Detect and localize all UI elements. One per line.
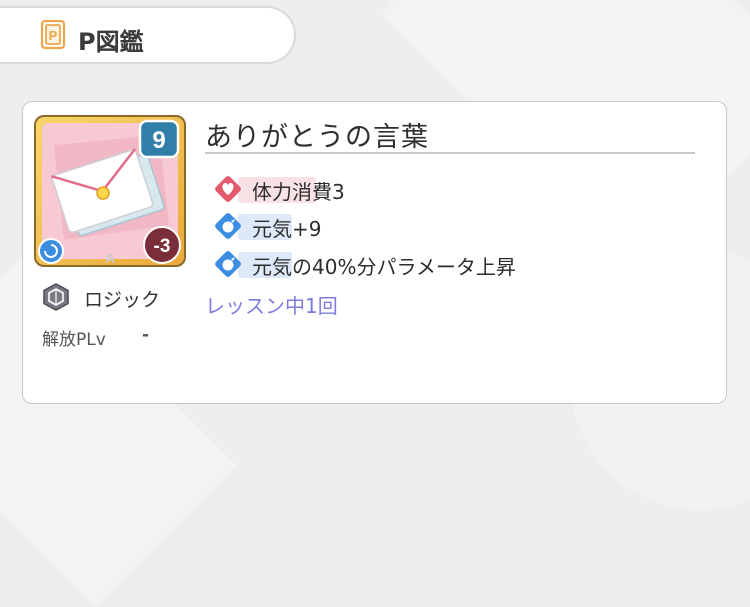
card-name: ありがとうの言葉 xyxy=(205,122,429,153)
unlock-plv-value: - xyxy=(142,325,150,345)
logic-icon xyxy=(43,283,69,311)
title-divider xyxy=(205,152,695,154)
usage-limit-text: レッスン中1回 xyxy=(205,294,338,318)
heart-icon xyxy=(215,176,241,202)
svg-text:P: P xyxy=(49,28,58,43)
genki-icon xyxy=(215,251,241,277)
page-title: P図鑑 xyxy=(78,28,144,56)
effect-text: 体力消費3 xyxy=(252,180,345,204)
effect-text: 元気の40%分パラメータ上昇 xyxy=(252,255,516,279)
card-thumbnail[interactable]: 9 A -3 xyxy=(34,115,186,267)
unlock-plv-label: 解放PLv xyxy=(42,330,106,350)
genki-icon xyxy=(215,213,241,239)
book-icon: P xyxy=(40,20,66,50)
effect-text: 元気+9 xyxy=(252,217,322,241)
svg-text:-3: -3 xyxy=(154,236,171,257)
svg-text:9: 9 xyxy=(152,127,165,154)
archetype-label: ロジック xyxy=(84,289,161,311)
svg-text:A: A xyxy=(105,250,115,266)
